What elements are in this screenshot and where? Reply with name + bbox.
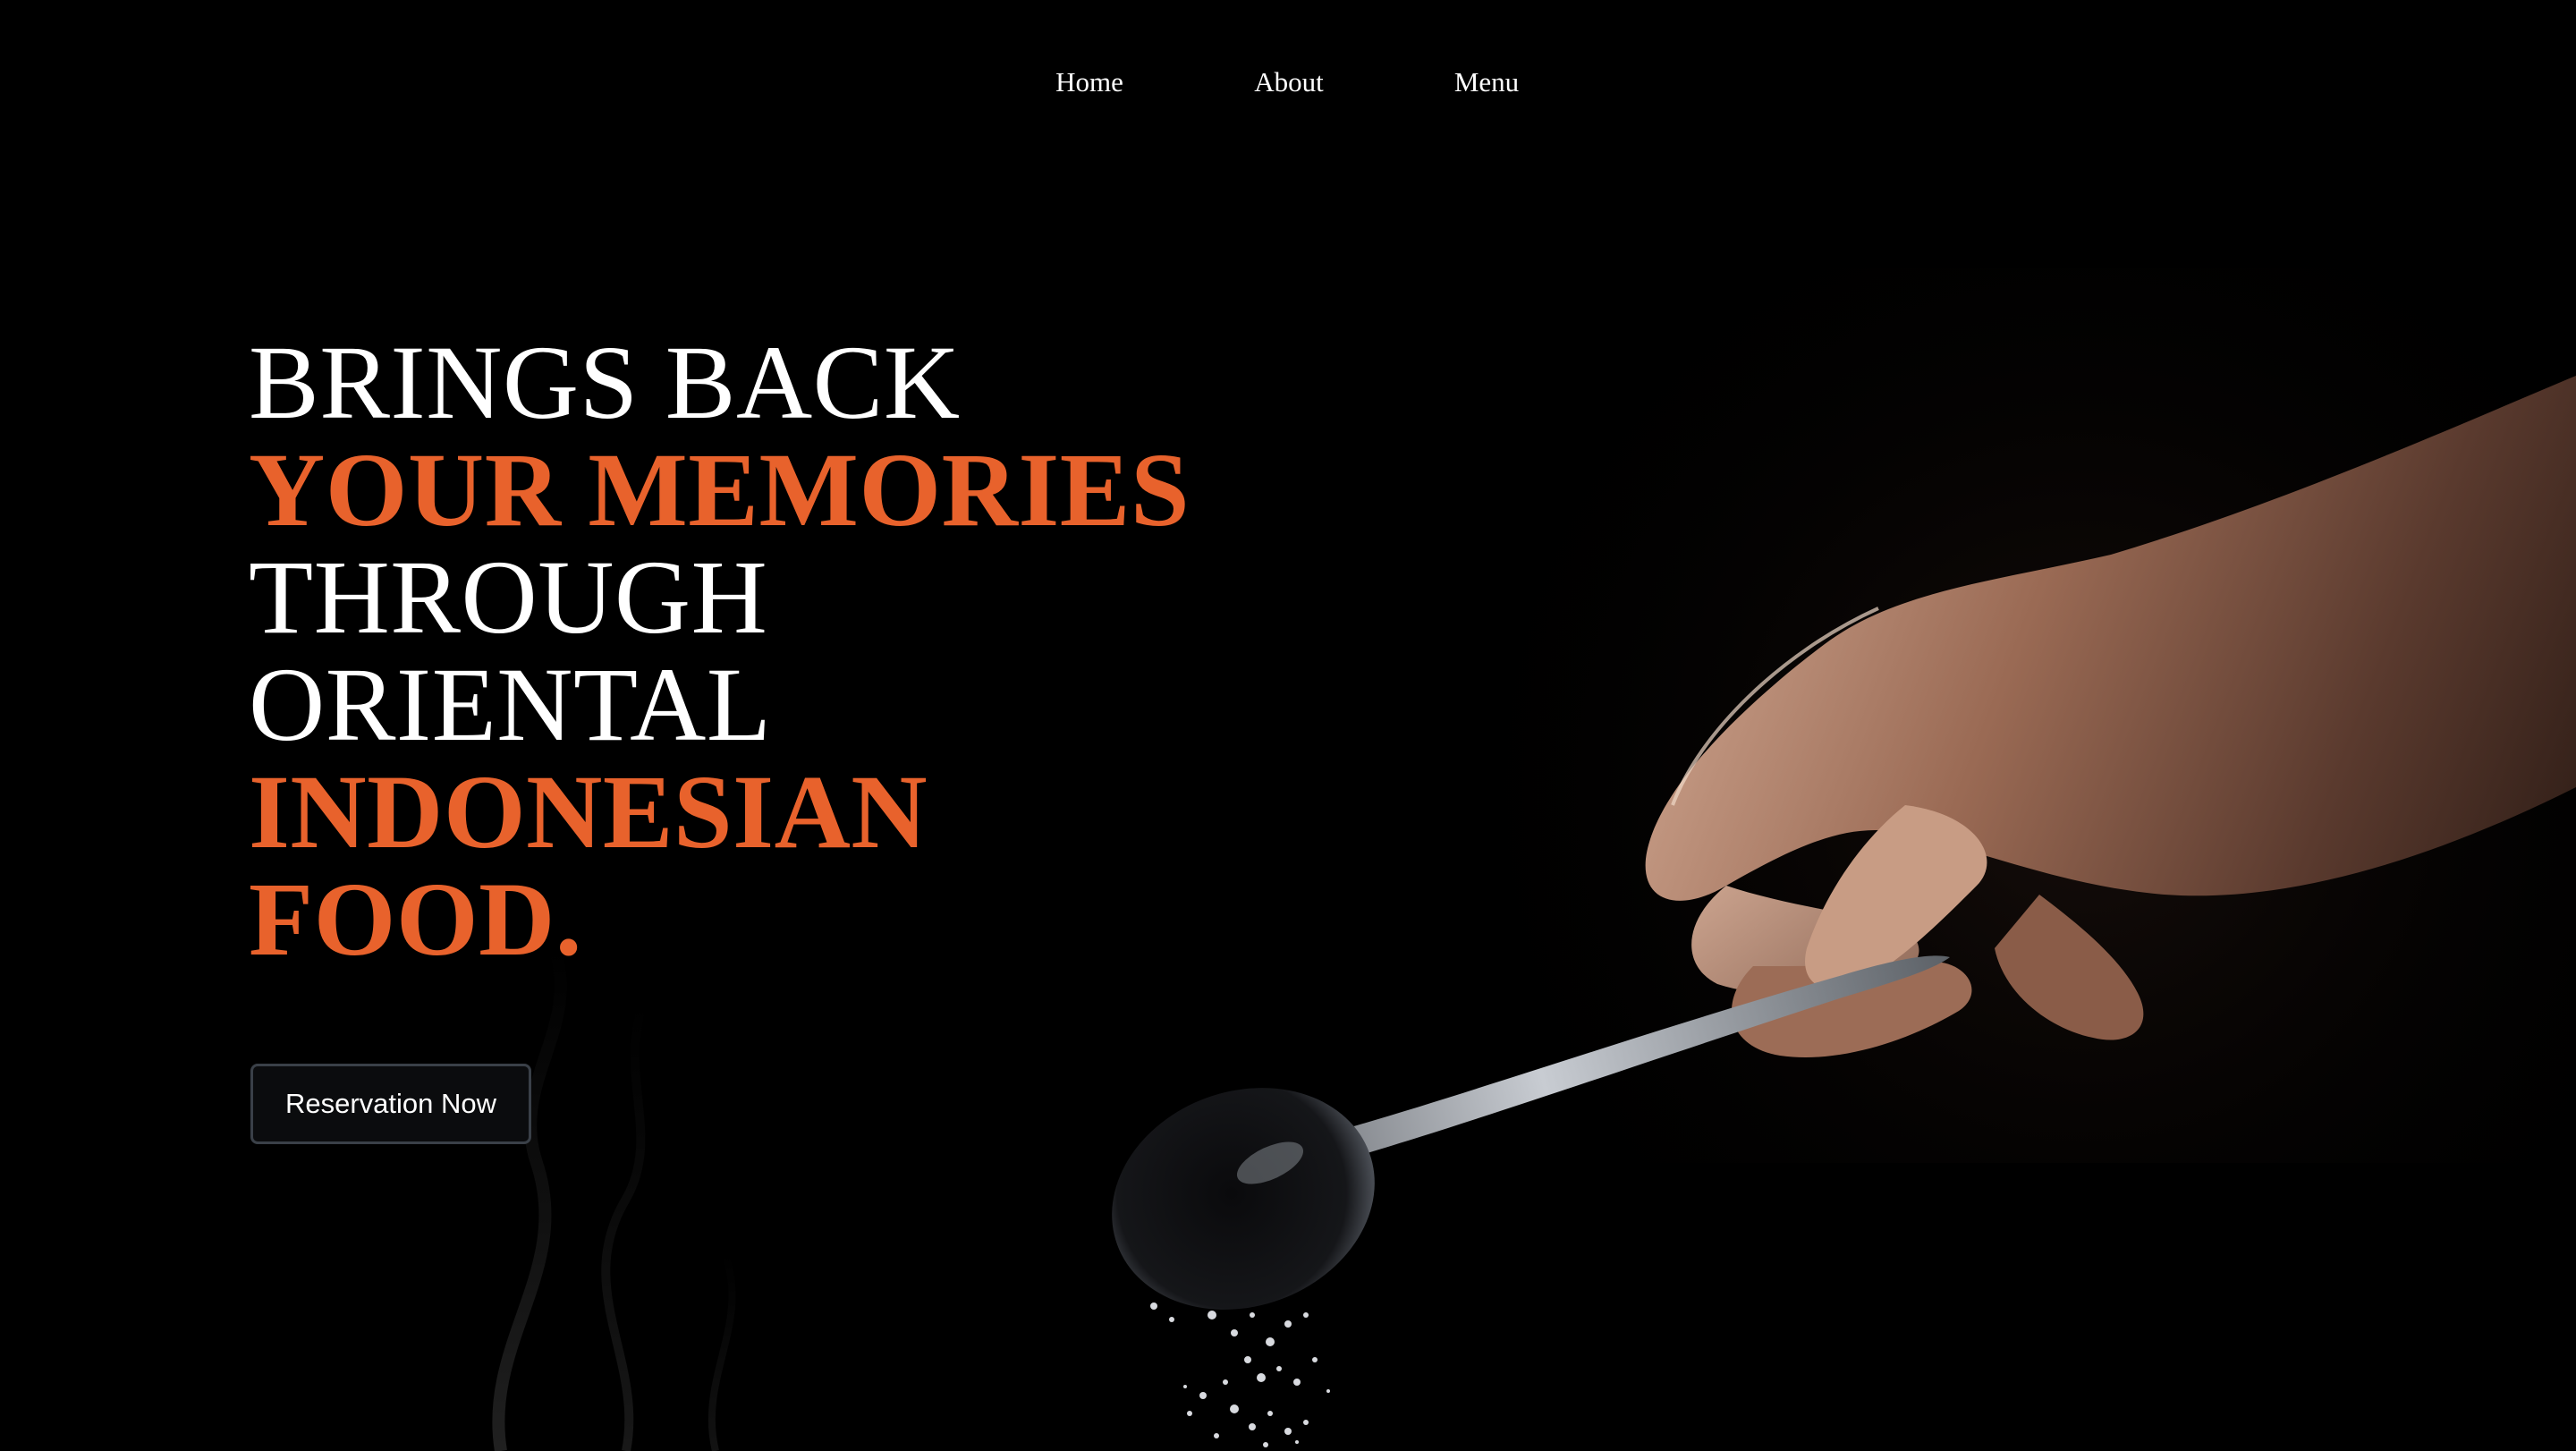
headline-line-6: FOOD. [249, 861, 582, 978]
headline-line-1: BRINGS BACK [249, 324, 961, 441]
headline-line-3: THROUGH [249, 539, 768, 656]
nav-link-home[interactable]: Home [1055, 63, 1123, 102]
headline-line-2: YOUR MEMORIES [249, 431, 1191, 548]
headline-line-5: INDONESIAN [249, 753, 928, 870]
nav-link-about[interactable]: About [1254, 63, 1324, 102]
reservation-button[interactable]: Reservation Now [250, 1064, 531, 1144]
headline-line-4: ORIENTAL [249, 646, 772, 763]
hero-page: Home About Menu BRINGS BACK YOUR MEMORIE… [0, 0, 2576, 1451]
nav-link-menu[interactable]: Menu [1454, 63, 1519, 102]
top-nav: Home About Menu [0, 63, 2576, 102]
hero-headline: BRINGS BACK YOUR MEMORIES THROUGH ORIENT… [249, 329, 1190, 973]
